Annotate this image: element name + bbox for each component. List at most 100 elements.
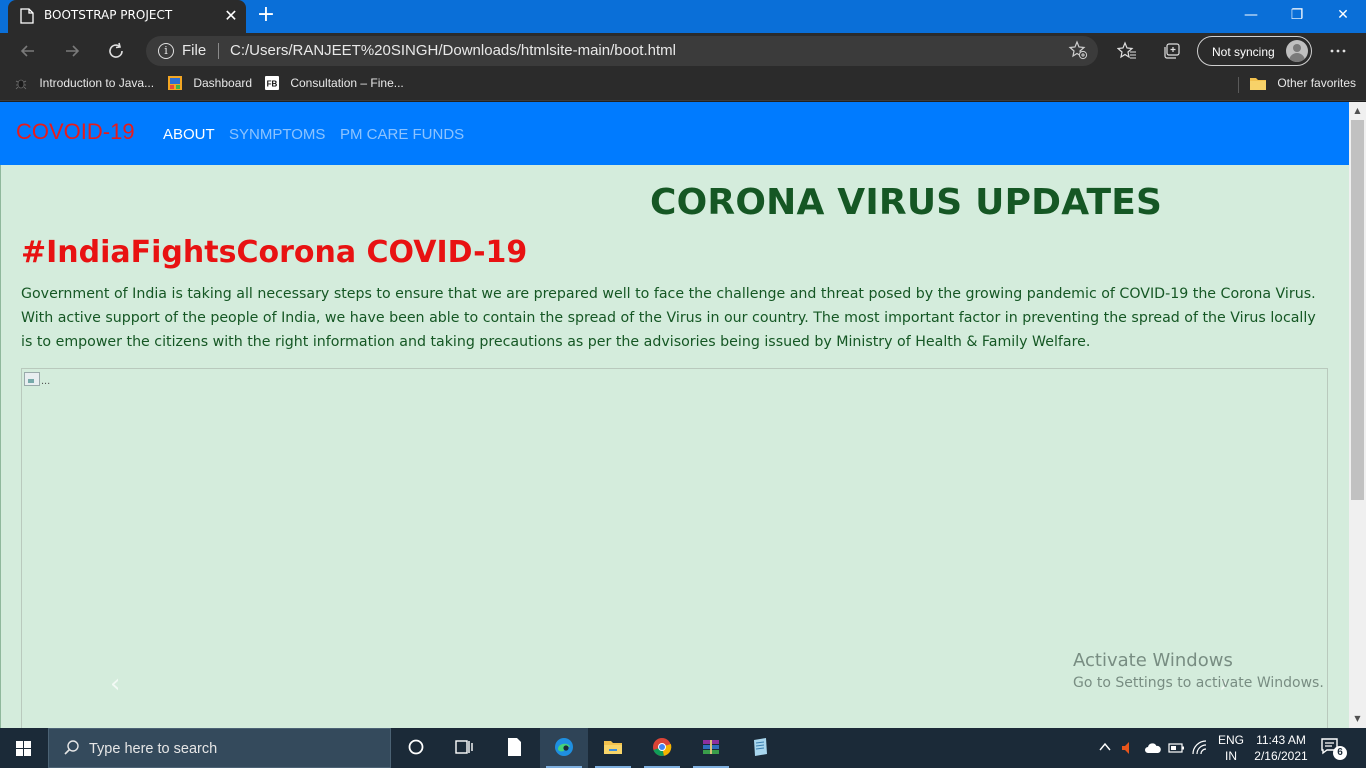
back-button[interactable] <box>14 37 42 65</box>
taskbar-search-box[interactable]: Type here to search <box>48 728 391 768</box>
site-navbar: COVOID-19 ABOUT SYNMPTOMS PM CARE FUNDS <box>0 102 1349 165</box>
action-center-button[interactable]: 6 <box>1320 736 1347 760</box>
cortana-circle-icon <box>408 739 424 755</box>
minimize-button[interactable]: — <box>1228 0 1274 33</box>
system-tray <box>1096 728 1208 768</box>
new-tab-button[interactable]: + <box>254 3 278 27</box>
language-code: ENG <box>1217 733 1244 747</box>
fb-icon: FB <box>265 76 279 90</box>
activate-windows-watermark: Activate Windows Go to Settings to activ… <box>1073 650 1324 691</box>
winrar-books-icon <box>703 740 719 754</box>
taskbar-clock[interactable]: 11:43 AM 2/16/2021 <box>1248 732 1314 764</box>
back-arrow-icon <box>20 45 34 57</box>
settings-more-button[interactable] <box>1324 37 1352 65</box>
input-language-indicator[interactable]: ENG IN <box>1216 732 1246 764</box>
collections-button[interactable] <box>1158 37 1186 65</box>
favorite-label: Dashboard <box>193 76 253 90</box>
sync-status-button[interactable]: Not syncing <box>1197 36 1312 66</box>
edge-browser-icon <box>555 738 573 756</box>
favorites-bar: Introduction to Java... Dashboard FB Con… <box>0 69 1366 101</box>
favorites-button[interactable] <box>1113 37 1141 65</box>
notification-count-badge: 6 <box>1333 746 1347 760</box>
page-viewport: COVOID-19 ABOUT SYNMPTOMS PM CARE FUNDS … <box>0 102 1349 728</box>
forward-button[interactable] <box>58 37 86 65</box>
folder-icon <box>604 741 622 754</box>
winrar-taskbar-button[interactable] <box>687 728 735 768</box>
favorite-label: Consultation – Fine... <box>290 76 404 90</box>
windows-taskbar: Type here to search ENG IN 11:43 AM 2/16… <box>0 728 1366 768</box>
address-separator <box>218 43 219 59</box>
profile-avatar-icon <box>1286 40 1308 62</box>
scheme-label: File <box>182 42 207 59</box>
blank-document-icon <box>508 738 521 756</box>
close-window-button[interactable]: ✕ <box>1320 0 1366 33</box>
refresh-icon <box>109 42 123 58</box>
favorites-star-icon <box>1116 41 1136 59</box>
info-icon[interactable]: i <box>158 43 174 59</box>
clock-date: 2/16/2021 <box>1254 749 1308 763</box>
vertical-scrollbar[interactable]: ▲ ▼ <box>1349 102 1366 728</box>
document-icon <box>20 8 34 24</box>
page-title: CORONA VIRUS UPDATES <box>650 182 1163 223</box>
chevron-up-icon[interactable] <box>1098 740 1112 754</box>
url-text[interactable]: C:/Users/RANJEET%20SINGH/Downloads/htmls… <box>230 42 676 59</box>
browser-title-bar: BOOTSTRAP PROJECT ✕ + — ❐ ✕ <box>0 0 1366 33</box>
other-favorites[interactable]: Other favorites <box>1250 76 1356 94</box>
favorites-separator <box>1238 77 1239 93</box>
task-view-icon <box>455 740 473 754</box>
search-icon <box>64 740 79 755</box>
scroll-thumb[interactable] <box>1351 120 1364 500</box>
region-code: IN <box>1225 749 1237 763</box>
favorite-item[interactable]: Dashboard <box>168 76 252 94</box>
tab-close-icon[interactable]: ✕ <box>222 6 240 25</box>
folder-icon <box>1250 78 1266 90</box>
battery-icon[interactable] <box>1168 741 1186 755</box>
navbar-brand[interactable]: COVOID-19 <box>16 119 135 145</box>
wifi-icon[interactable] <box>1192 740 1208 756</box>
other-favorites-label: Other favorites <box>1277 76 1357 90</box>
windows-logo-icon <box>16 741 31 756</box>
start-button[interactable] <box>0 728 48 768</box>
sync-label: Not syncing <box>1212 45 1275 59</box>
dashboard-icon <box>168 76 182 90</box>
volume-muted-icon[interactable] <box>1120 740 1136 756</box>
search-placeholder: Type here to search <box>89 741 218 757</box>
notepad-taskbar-button[interactable] <box>490 728 538 768</box>
forward-arrow-icon <box>66 45 80 57</box>
scroll-up-icon[interactable]: ▲ <box>1349 102 1366 119</box>
carousel-prev-icon[interactable]: ‹ <box>110 669 130 699</box>
file-explorer-taskbar-button[interactable] <box>589 728 637 768</box>
task-view-button[interactable] <box>440 728 488 768</box>
bug-icon <box>15 79 27 90</box>
favorite-item[interactable]: FB Consultation – Fine... <box>265 76 404 94</box>
page-subtitle: #IndiaFightsCorona COVID-19 <box>21 235 528 270</box>
browser-toolbar: i File C:/Users/RANJEET%20SINGH/Download… <box>0 33 1366 69</box>
watermark-title: Activate Windows <box>1073 650 1233 671</box>
onedrive-cloud-icon[interactable] <box>1144 740 1162 756</box>
edge-taskbar-button[interactable] <box>540 728 588 768</box>
watermark-subtitle: Go to Settings to activate Windows. <box>1073 675 1324 691</box>
cortana-button[interactable] <box>392 728 440 768</box>
nav-link-about[interactable]: ABOUT <box>163 126 215 143</box>
editor-taskbar-button[interactable] <box>736 728 784 768</box>
chrome-icon <box>653 738 672 757</box>
broken-image-icon <box>24 372 40 386</box>
refresh-button[interactable] <box>102 37 130 65</box>
address-bar[interactable]: i File C:/Users/RANJEET%20SINGH/Download… <box>146 36 1098 66</box>
scroll-down-icon[interactable]: ▼ <box>1349 710 1366 727</box>
more-dots-icon <box>1330 49 1346 53</box>
restore-button[interactable]: ❐ <box>1274 0 1320 33</box>
nav-link-symptoms[interactable]: SYNMPTOMS <box>229 126 325 143</box>
add-favorite-icon[interactable] <box>1068 40 1088 60</box>
clock-time: 11:43 AM <box>1256 733 1306 747</box>
broken-image: ... <box>24 372 50 387</box>
tab-title: BOOTSTRAP PROJECT <box>44 8 173 22</box>
svg-text:FB: FB <box>267 80 278 89</box>
browser-tab[interactable]: BOOTSTRAP PROJECT ✕ <box>8 0 246 33</box>
nav-link-pm-care-funds[interactable]: PM CARE FUNDS <box>340 126 464 143</box>
intro-paragraph: Government of India is taking all necess… <box>21 286 1316 350</box>
chrome-taskbar-button[interactable] <box>638 728 686 768</box>
favorite-item[interactable]: Introduction to Java... <box>14 76 154 94</box>
collections-icon <box>1164 43 1180 59</box>
image-alt-text: ... <box>41 375 51 387</box>
